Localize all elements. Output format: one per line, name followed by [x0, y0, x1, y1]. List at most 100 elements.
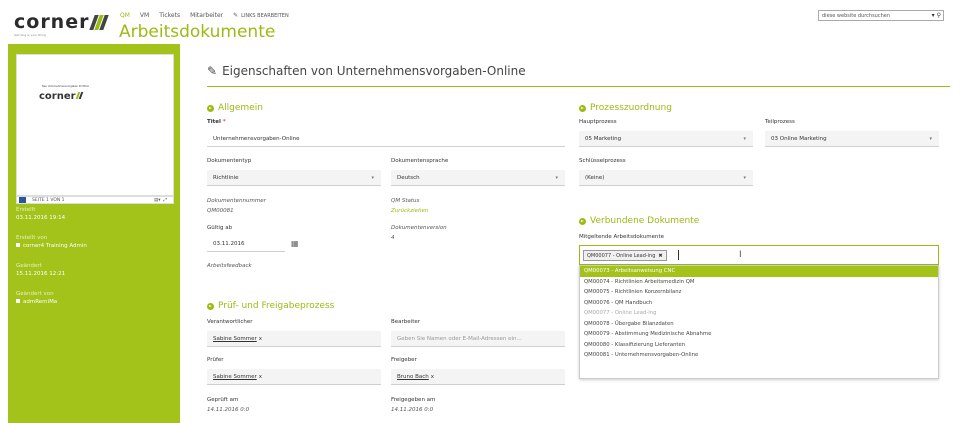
freigegeben-label: Freigegeben am: [391, 397, 436, 403]
nummer-label: Dokumentennummer: [207, 198, 266, 204]
document-preview[interactable]: Neu Unternehmensvorgaben Portfolio corne…: [16, 54, 174, 196]
chevron-down-icon: ▾: [555, 175, 558, 181]
remove-icon[interactable]: x: [259, 336, 262, 342]
hauptprozess-select[interactable]: 05 Marketing ▾: [579, 131, 753, 147]
freigeber-people-picker[interactable]: Bruno Bach x: [391, 369, 565, 385]
person-link[interactable]: Sabine Sommer: [213, 336, 257, 342]
modified-by-value[interactable]: admRemiMa: [23, 299, 57, 305]
page-title: Arbeitsdokumente: [119, 22, 276, 42]
verantwortlich-label: Verantwortlicher: [207, 319, 253, 325]
dropdown-option[interactable]: QM00079 - Abstimmung Medizinische Abnahm…: [580, 329, 938, 340]
preview-tools[interactable]: ▤▾ ⤢: [154, 197, 167, 203]
preview-logo-text: corner: [39, 91, 76, 102]
dropdown-option[interactable]: QM00076 - QM Handbuch: [580, 298, 938, 309]
nav-item-tickets[interactable]: Tickets: [159, 12, 180, 19]
status-value[interactable]: Zurückziehen: [391, 208, 428, 214]
remove-icon[interactable]: x: [259, 374, 262, 380]
arrow-circle-icon: [207, 302, 214, 310]
gueltig-date-input[interactable]: 03.11.2016: [207, 236, 285, 252]
nav-item-vm[interactable]: VM: [140, 12, 149, 19]
dropdown-option[interactable]: QM00073 - Arbeitsanweisung CNC: [580, 266, 938, 277]
teil-label: Teilprozess: [765, 119, 795, 125]
logo-mark-icon: [89, 14, 110, 30]
geprueft-label: Geprüft am: [207, 397, 239, 403]
chevron-down-icon[interactable]: ▾: [932, 12, 935, 19]
created-label: Erstellt: [16, 207, 36, 213]
created-by-value[interactable]: corner4 Training Admin: [23, 243, 87, 249]
dropdown-option[interactable]: QM00080 - Klassifizierung Lieferanten: [580, 340, 938, 351]
doktyp-select[interactable]: Richtlinie ▾: [207, 170, 381, 186]
titel-label: Titel *: [207, 119, 226, 125]
created-info: Erstellt 03.11.2016 19:14: [16, 207, 65, 221]
search-icon[interactable]: ⚲: [937, 12, 941, 19]
edit-icon: ✎: [207, 64, 218, 78]
selected-tag: QM00077 - Online Lead-ing ✖: [583, 250, 667, 261]
schluesselprozess-select[interactable]: (Keine) ▾: [579, 170, 753, 186]
user-square-icon: [16, 243, 20, 247]
modified-label: Geändert: [16, 263, 42, 269]
gueltig-label: Gültig ab: [207, 225, 233, 231]
sprache-select[interactable]: Deutsch ▾: [391, 170, 565, 186]
text-cursor: [678, 250, 679, 260]
section-heading: Allgemein: [218, 103, 263, 113]
section-allgemein: Allgemein: [207, 103, 263, 113]
dropdown-option[interactable]: QM00078 - Übergabe Bilanzdaten: [580, 319, 938, 330]
search-input[interactable]: diese website durchsuchen ▾ ⚲: [818, 10, 944, 21]
title-divider: [207, 86, 950, 87]
remove-icon[interactable]: x: [431, 374, 434, 380]
chevron-down-icon: ▾: [743, 136, 746, 142]
schluessel-label: Schlüsselprozess: [579, 158, 626, 164]
arrow-circle-icon: [207, 104, 214, 112]
created-by-info: Erstellt von corner4 Training Admin: [16, 235, 87, 249]
document-options-dropdown: QM00073 - Arbeitsanweisung CNC QM00074 -…: [579, 265, 939, 379]
close-icon[interactable]: ✖: [658, 253, 662, 259]
chevron-down-icon: ▾: [743, 175, 746, 181]
edit-links-label: LINKS BEARBEITEN: [241, 12, 289, 19]
nav-item-mitarbeiter[interactable]: Mitarbeiter: [190, 12, 223, 19]
bearbeiter-people-picker[interactable]: Geben Sie Namen oder E-Mail-Adressen ein…: [391, 331, 565, 347]
freigegeben-value: 14.11.2016 0:0: [391, 407, 434, 413]
page-label: SEITE 1 VON 1: [32, 197, 65, 203]
version-label: Dokumentenversion: [391, 225, 447, 231]
version-value: 4: [391, 235, 395, 241]
section-prozesszuordnung: Prozesszuordnung: [579, 103, 672, 113]
bearbeiter-label: Bearbeiter: [391, 319, 420, 325]
site-logo[interactable]: corner learning is your thing: [14, 11, 110, 37]
person-link[interactable]: Sabine Sommer: [213, 374, 257, 380]
geprueft-value: 14.11.2016 0:0: [207, 407, 250, 413]
site-header: corner learning is your thing QM VM Tick…: [0, 0, 960, 44]
mitgeltende-multiselect[interactable]: QM00077 - Online Lead-ing ✖: [579, 245, 939, 265]
status-label: QM Status: [391, 198, 420, 204]
arrow-circle-icon: [579, 104, 586, 112]
teilprozess-select[interactable]: 03 Online Marketing ▾: [765, 131, 939, 147]
tag-label: QM00077 - Online Lead-ing: [587, 252, 656, 259]
person-link[interactable]: Bruno Bach: [397, 374, 429, 380]
search-placeholder: diese website durchsuchen: [822, 12, 891, 19]
search-controls: ▾ ⚲: [932, 12, 941, 19]
modified-by-info: Geändert von admRemiMa: [16, 291, 57, 305]
feedback-label: Arbeitsfeedback: [207, 263, 252, 269]
verantwortlich-people-picker[interactable]: Sabine Sommer x: [207, 331, 381, 347]
calendar-icon[interactable]: ▦: [291, 239, 299, 248]
edit-links-button[interactable]: ✎ LINKS BEARBEITEN: [233, 12, 289, 19]
preview-logo: corner: [39, 91, 83, 102]
pruefer-label: Prüfer: [207, 357, 224, 363]
dropdown-option[interactable]: QM00075 - Richtlinien Konzernbilanz: [580, 287, 938, 298]
pruefer-people-picker[interactable]: Sabine Sommer x: [207, 369, 381, 385]
properties-title-text: Eigenschaften von Unternehmensvorgaben-O…: [222, 64, 526, 78]
chevron-down-icon: ▾: [929, 136, 932, 142]
dropdown-option[interactable]: QM00074 - Richtlinien Arbeitsmedizin QM: [580, 277, 938, 288]
chevron-down-icon: ▾: [371, 175, 374, 181]
dropdown-option[interactable]: QM00081 - Unternehmensvorgaben-Online: [580, 350, 938, 361]
modified-value: 15.11.2016 12:21: [16, 271, 66, 277]
modified-info: Geändert 15.11.2016 12:21: [16, 263, 65, 277]
section-heading: Prüf- und Freigabeprozess: [218, 301, 335, 311]
titel-input[interactable]: Unternehmensvorgaben-Online: [207, 131, 565, 147]
preview-small-text: Neu Unternehmensvorgaben Portfolio: [42, 85, 90, 88]
mitgeltende-label: Mitgeltende Arbeitsdokumente: [579, 234, 665, 240]
arrow-circle-icon: [579, 217, 586, 225]
section-heading: Prozesszuordnung: [590, 103, 672, 113]
modified-by-label: Geändert von: [16, 291, 54, 297]
created-by-label: Erstellt von: [16, 235, 48, 241]
nav-item-qm[interactable]: QM: [120, 12, 130, 19]
